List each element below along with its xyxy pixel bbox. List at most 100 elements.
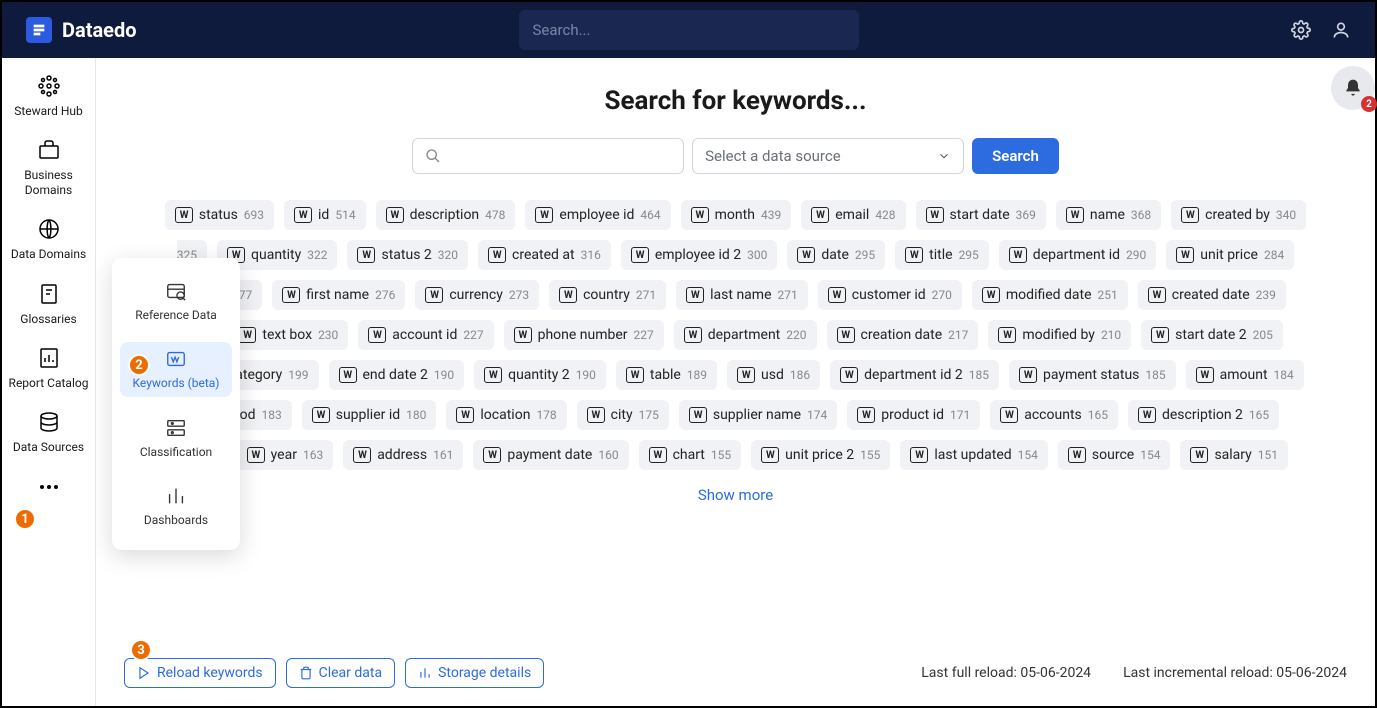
sidebar-item-report-catalog[interactable]: Report Catalog	[9, 346, 89, 390]
keyword-chip[interactable]: Wmodified date251	[972, 280, 1128, 310]
keyword-chip[interactable]: Wpayment date160	[473, 440, 628, 470]
keyword-chip[interactable]: Wpayment status185	[1009, 360, 1176, 390]
callout-badge-3: 3	[130, 639, 152, 661]
chip-count: 322	[307, 248, 327, 262]
word-icon: W	[238, 327, 256, 343]
keyword-search-input[interactable]	[412, 138, 684, 174]
popup-item-dashboards[interactable]: Dashboards	[120, 479, 232, 533]
sidebar-item-data-sources[interactable]: Data Sources	[9, 410, 89, 454]
sidebar-item-glossaries[interactable]: Glossaries	[9, 282, 89, 326]
keyword-chip[interactable]: Wstart date369	[916, 200, 1046, 230]
keyword-chip[interactable]: Wtitle295	[895, 240, 989, 270]
keyword-chip[interactable]: Wemployee id464	[525, 200, 670, 230]
keyword-chip[interactable]: Wsalary151	[1180, 440, 1288, 470]
keyword-chip[interactable]: Wcurrency273	[415, 280, 539, 310]
chip-name: department id	[1033, 247, 1120, 263]
data-source-select[interactable]: Select a data source	[692, 138, 964, 174]
word-icon: W	[1148, 287, 1166, 303]
keyword-chip[interactable]: Waccount id227	[358, 320, 493, 350]
user-icon[interactable]	[1331, 20, 1351, 40]
chip-count: 514	[335, 208, 355, 222]
gear-icon[interactable]	[1291, 20, 1311, 40]
keyword-chip[interactable]: Wcustomer id270	[818, 280, 962, 310]
keyword-chip[interactable]: Wlocation178	[446, 400, 566, 430]
clear-data-button[interactable]: Clear data	[286, 658, 395, 688]
keyword-chip[interactable]: Wdepartment id 290	[999, 240, 1156, 270]
logo[interactable]: Dataedo	[26, 17, 137, 43]
keyword-chip[interactable]: Wmonth439	[681, 200, 792, 230]
keyword-chip[interactable]: Wcountry271	[549, 280, 666, 310]
keyword-chip[interactable]: Wdepartment220	[674, 320, 817, 350]
keyword-chip[interactable]: Wtext box230	[228, 320, 348, 350]
keyword-chip[interactable]: Wchart155	[639, 440, 742, 470]
keyword-chip[interactable]: Wtable189	[616, 360, 717, 390]
keyword-chip[interactable]: Wemail428	[801, 200, 905, 230]
keyword-chip[interactable]: Wcreated at316	[478, 240, 611, 270]
keyword-chip[interactable]: Wlast name271	[676, 280, 808, 310]
keyword-chip[interactable]: Wmodified by210	[988, 320, 1131, 350]
show-more-link[interactable]: Show more	[96, 486, 1375, 504]
keyword-chip[interactable]: Wdescription478	[376, 200, 516, 230]
word-icon: W	[1009, 247, 1027, 263]
keyword-chip[interactable]: Wsupplier id180	[302, 400, 437, 430]
sidebar-more-button[interactable]	[9, 475, 89, 499]
word-icon: W	[797, 247, 815, 263]
sidebar-item-business-domains[interactable]: Business Domains	[9, 138, 89, 197]
word-icon: W	[1138, 407, 1156, 423]
keyword-chip[interactable]: Wstart date 2205	[1141, 320, 1283, 350]
keyword-chip[interactable]: Wcity175	[577, 400, 669, 430]
chip-count: 251	[1098, 288, 1118, 302]
word-icon: W	[514, 327, 532, 343]
sidebar-label: Business Domains	[9, 168, 89, 197]
storage-details-button[interactable]: Storage details	[405, 658, 544, 688]
keyword-chip[interactable]: Wstatus693	[165, 200, 274, 230]
keyword-chip[interactable]: Waddress161	[343, 440, 463, 470]
keyword-chip[interactable]: Wsource154	[1058, 440, 1171, 470]
sidebar-item-data-domains[interactable]: Data Domains	[9, 217, 89, 261]
keyword-chip[interactable]: Wfirst name276	[272, 280, 405, 310]
global-search[interactable]: Search...	[519, 10, 859, 50]
keyword-chip[interactable]: Wcreated date239	[1138, 280, 1286, 310]
keyword-chip[interactable]: Wend date 2190	[329, 360, 465, 390]
keyword-chip[interactable]: Wstatus 2320	[347, 240, 468, 270]
keyword-chip[interactable]: Wquantity 2190	[474, 360, 606, 390]
keyword-chip[interactable]: Wsupplier name174	[679, 400, 837, 430]
keyword-chip[interactable]: Wdepartment id 2185	[830, 360, 999, 390]
keyword-chip[interactable]: Wid514	[284, 200, 366, 230]
chip-name: country	[583, 287, 630, 303]
chip-count: 290	[1126, 248, 1146, 262]
keyword-chip[interactable]: Wcreation date217	[827, 320, 979, 350]
popup-item-reference-data[interactable]: Reference Data	[120, 274, 232, 328]
keyword-chip[interactable]: Wphone number227	[504, 320, 664, 350]
chip-name: description	[410, 207, 480, 223]
reload-keywords-button[interactable]: Reload keywords	[124, 658, 276, 688]
keyword-chip[interactable]: Wunit price284	[1166, 240, 1294, 270]
keyword-chip[interactable]: Wlast updated154	[900, 440, 1048, 470]
keyword-chip[interactable]: Wname368	[1056, 200, 1161, 230]
keyword-chip[interactable]: Wusd186	[727, 360, 820, 390]
sidebar-label: Data Sources	[13, 440, 84, 454]
keyword-chip[interactable]: Wdescription 2165	[1128, 400, 1279, 430]
keyword-chip[interactable]: Wproduct id171	[847, 400, 980, 430]
sidebar-item-steward-hub[interactable]: Steward Hub	[9, 74, 89, 118]
word-icon: W	[691, 207, 709, 223]
keyword-chip[interactable]: Wyear163	[237, 440, 334, 470]
chip-name: currency	[449, 287, 503, 303]
keyword-chip[interactable]: Wamount184	[1186, 360, 1304, 390]
chip-name: table	[650, 367, 681, 383]
chip-count: 178	[536, 408, 556, 422]
keyword-chip[interactable]: Wdate295	[787, 240, 885, 270]
chip-name: chart	[673, 447, 705, 463]
search-icon	[425, 148, 441, 164]
notifications-bell[interactable]: 2	[1331, 66, 1375, 110]
keyword-chip[interactable]: Wemployee id 2300	[621, 240, 778, 270]
keyword-chip[interactable]: Wcreated by340	[1171, 200, 1306, 230]
chip-name: created at	[512, 247, 575, 263]
keyword-chip[interactable]: Wunit price 2155	[751, 440, 890, 470]
keyword-chip[interactable]: Waccounts165	[990, 400, 1118, 430]
search-button[interactable]: Search	[972, 138, 1059, 174]
word-icon: W	[483, 447, 501, 463]
chip-name: text box	[262, 327, 312, 343]
popup-item-classification[interactable]: Classification	[120, 411, 232, 465]
word-icon: W	[982, 287, 1000, 303]
